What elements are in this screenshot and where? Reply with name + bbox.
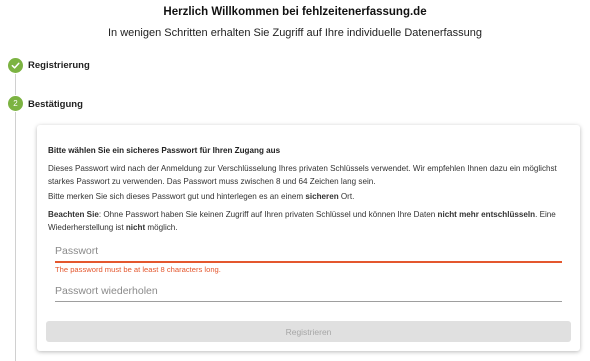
password-input[interactable] (55, 241, 562, 261)
password-underline (55, 261, 562, 263)
step-2-label: Bestätigung (28, 99, 83, 110)
password-error-message: The password must be at least 8 characte… (55, 265, 221, 274)
step-1-indicator (8, 58, 23, 73)
page-subtitle: In wenigen Schritten erhalten Sie Zugrif… (107, 27, 483, 39)
card-paragraph-3: Beachten Sie: Ohne Passwort haben Sie ke… (48, 210, 556, 232)
card-heading: Bitte wählen Sie ein sicheres Passwort f… (48, 146, 281, 155)
stepper-connector (15, 112, 16, 361)
check-icon (11, 62, 20, 69)
page-title: Herzlich Willkommen bei fehlzeitenerfass… (163, 6, 427, 18)
card-paragraph-1: Dieses Passwort wird nach der Anmeldung … (48, 164, 557, 186)
card-paragraph-2: Bitte merken Sie sich dieses Passwort gu… (48, 192, 355, 201)
register-button[interactable]: Registrieren (46, 321, 571, 342)
stepper-connector (15, 74, 16, 95)
step-2-indicator: 2 (8, 96, 23, 111)
step-1-label: Registrierung (28, 60, 90, 71)
password-repeat-input[interactable] (55, 281, 562, 301)
password-card: Bitte wählen Sie ein sicheres Passwort f… (37, 125, 580, 351)
password-repeat-underline (55, 301, 562, 302)
